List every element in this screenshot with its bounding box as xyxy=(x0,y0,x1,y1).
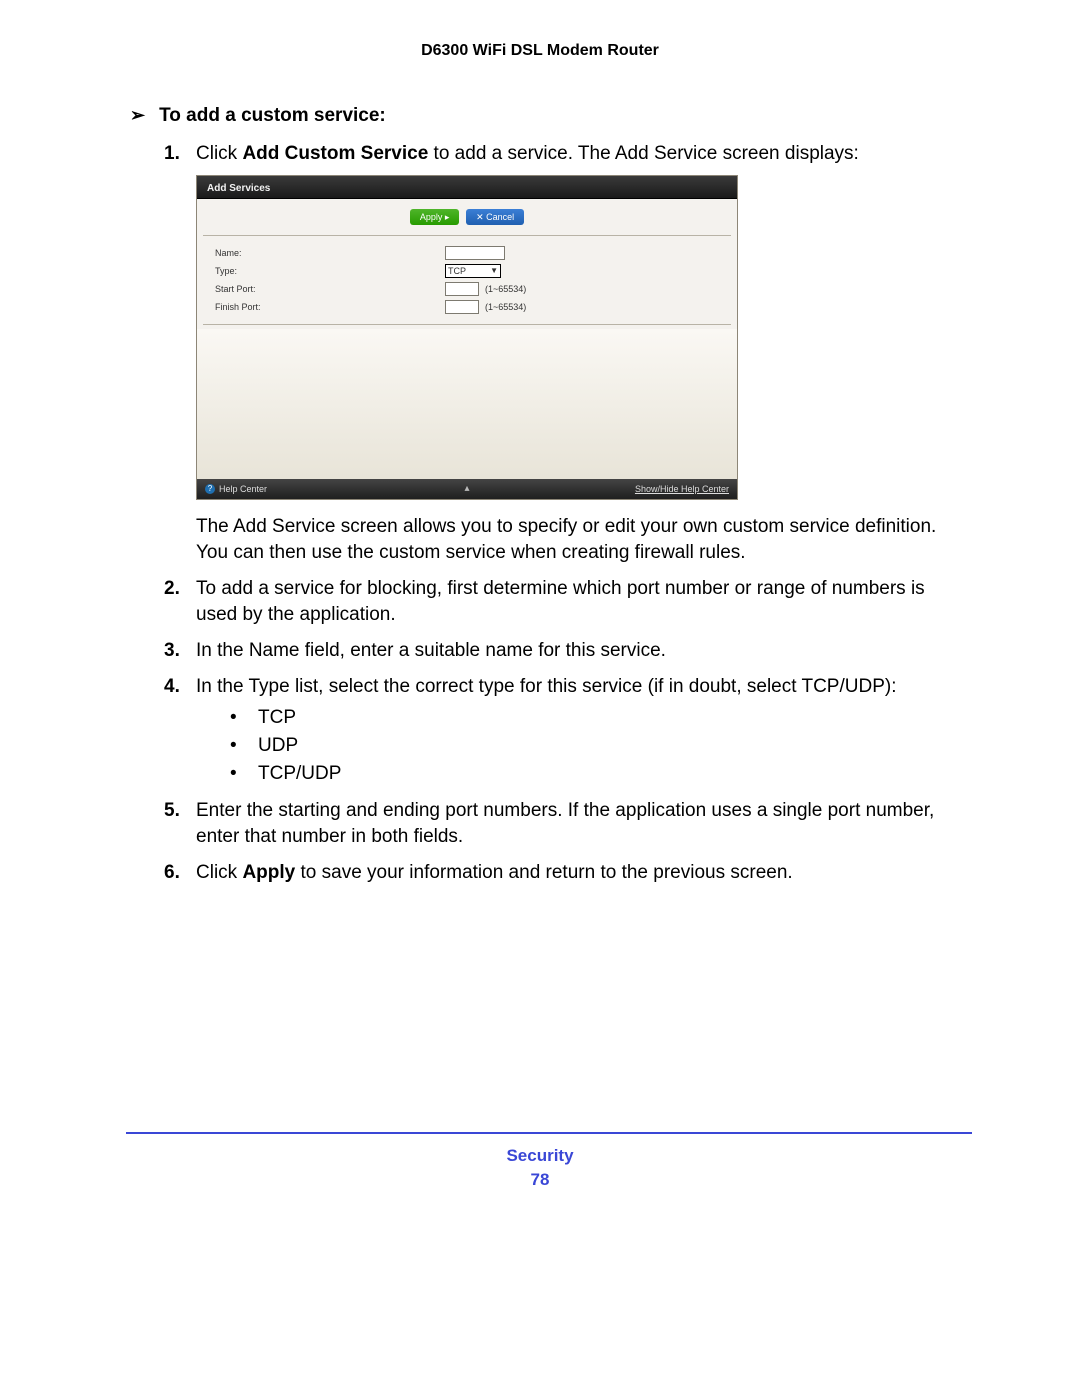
step-number: 5. xyxy=(164,798,180,824)
finish-port-field[interactable] xyxy=(445,300,479,314)
step-4: 4. In the Type list, select the correct … xyxy=(164,674,970,788)
apply-button[interactable]: Apply ▸ xyxy=(410,209,460,225)
page-header-title: D6300 WiFi DSL Modem Router xyxy=(0,42,1080,60)
bullet-icon: • xyxy=(230,704,237,732)
procedure-steps: 1. Click Add Custom Service to add a ser… xyxy=(130,141,970,886)
help-icon: ? xyxy=(205,484,215,494)
add-service-screenshot: Add Services Apply ▸ ✕ Cancel Name: xyxy=(196,175,970,500)
footer-section: Security xyxy=(0,1146,1080,1166)
screenshot-button-row: Apply ▸ ✕ Cancel xyxy=(197,199,737,233)
step-text: To add a service for blocking, first det… xyxy=(196,578,925,625)
screenshot-footer: ? Help Center ▴ Show/Hide Help Center xyxy=(197,479,737,499)
procedure-heading: ➢ To add a custom service: xyxy=(130,105,970,127)
list-item: • TCP/UDP xyxy=(230,760,970,788)
step-2: 2. To add a service for blocking, first … xyxy=(164,576,970,628)
separator xyxy=(203,235,731,236)
step-bold: Apply xyxy=(242,862,295,883)
step-1: 1. Click Add Custom Service to add a ser… xyxy=(164,141,970,566)
procedure-heading-text: To add a custom service: xyxy=(159,105,386,126)
chevron-up-icon[interactable]: ▴ xyxy=(464,476,469,502)
list-item-text: TCP/UDP xyxy=(258,763,341,784)
help-center[interactable]: ? Help Center xyxy=(205,476,267,502)
page-body: ➢ To add a custom service: 1. Click Add C… xyxy=(130,105,970,896)
list-item: • TCP xyxy=(230,704,970,732)
separator xyxy=(203,324,731,325)
step-6: 6. Click Apply to save your information … xyxy=(164,860,970,886)
finish-port-label: Finish Port: xyxy=(215,294,445,320)
list-item-text: TCP xyxy=(258,707,296,728)
bullet-icon: • xyxy=(230,732,237,760)
step-text: Click xyxy=(196,143,242,164)
step-number: 4. xyxy=(164,674,180,700)
screenshot-title: Add Services xyxy=(197,183,270,194)
finish-port-range: (1~65534) xyxy=(485,294,526,320)
step-text: In the Type list, select the correct typ… xyxy=(196,676,896,697)
list-item-text: UDP xyxy=(258,735,298,756)
step-number: 6. xyxy=(164,860,180,886)
screenshot-form: Name: Type: TCP ▼ xyxy=(197,240,737,322)
screenshot-empty-area xyxy=(197,329,737,479)
cancel-button[interactable]: ✕ Cancel xyxy=(466,209,524,225)
chevron-right-icon: ➢ xyxy=(130,105,145,125)
step-5: 5. Enter the starting and ending port nu… xyxy=(164,798,970,850)
show-hide-help-link[interactable]: Show/Hide Help Center xyxy=(635,476,729,502)
step-number: 3. xyxy=(164,638,180,664)
screenshot-titlebar: Add Services xyxy=(197,176,737,199)
list-item: • UDP xyxy=(230,732,970,760)
step-number: 1. xyxy=(164,141,180,167)
step-1-description: The Add Service screen allows you to spe… xyxy=(196,514,970,566)
help-center-label: Help Center xyxy=(219,476,267,502)
bullet-icon: • xyxy=(230,760,237,788)
step-3: 3. In the Name field, enter a suitable n… xyxy=(164,638,970,664)
type-options-list: • TCP • UDP • TCP/UDP xyxy=(230,704,970,788)
step-bold: Add Custom Service xyxy=(242,143,428,164)
footer-page-number: 78 xyxy=(0,1170,1080,1190)
step-text-suffix: to add a service. The Add Service screen… xyxy=(428,143,859,164)
step-text: Enter the starting and ending port numbe… xyxy=(196,800,934,847)
footer-rule xyxy=(126,1132,972,1134)
step-text: Click xyxy=(196,862,242,883)
step-text: In the Name field, enter a suitable name… xyxy=(196,640,666,661)
step-text-suffix: to save your information and return to t… xyxy=(295,862,792,883)
step-number: 2. xyxy=(164,576,180,602)
